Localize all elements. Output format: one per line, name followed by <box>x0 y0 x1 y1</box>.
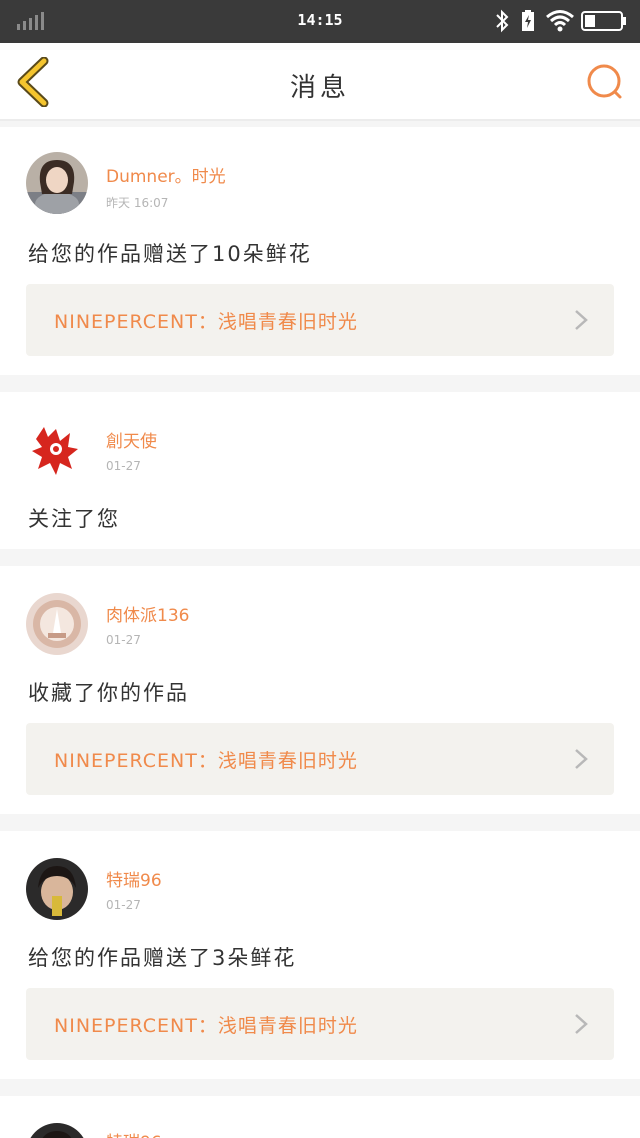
avatar[interactable] <box>26 419 88 481</box>
message-username[interactable]: 肉体派136 <box>106 601 189 626</box>
avatar[interactable] <box>26 593 88 655</box>
status-time: 14:15 <box>297 11 343 29</box>
work-link[interactable]: NINEPERCENT：浅唱青春旧时光 <box>26 284 614 356</box>
message-card: 特瑞96 01-27 给您的作品赠送了3朵鲜花 NINEPERCENT：浅唱青春… <box>0 831 640 1079</box>
work-title: NINEPERCENT：浅唱青春旧时光 <box>54 1015 358 1037</box>
battery-icon <box>581 11 626 31</box>
search-icon <box>587 64 622 99</box>
message-text: 给您的作品赠送了3朵鲜花 <box>28 946 297 970</box>
work-title: NINEPERCENT：浅唱青春旧时光 <box>54 750 358 772</box>
message-text: 给您的作品赠送了10朵鲜花 <box>28 242 312 266</box>
chevron-right-icon <box>575 749 588 769</box>
message-username[interactable]: 創天使 <box>106 427 157 452</box>
message-card: 創天使 01-27 关注了您 <box>0 392 640 549</box>
message-time: 01-27 <box>106 459 141 473</box>
chevron-right-icon <box>575 310 588 330</box>
message-card: Dumner。时光 昨天 16:07 给您的作品赠送了10朵鲜花 NINEPER… <box>0 127 640 375</box>
message-username[interactable]: 特瑞96 <box>106 866 162 891</box>
header: 消息 <box>0 43 640 121</box>
work-link[interactable]: NINEPERCENT：浅唱青春旧时光 <box>26 988 614 1060</box>
avatar[interactable] <box>26 858 88 920</box>
message-time: 昨天 16:07 <box>106 196 169 210</box>
message-time: 01-27 <box>106 898 141 912</box>
charging-icon <box>522 10 534 31</box>
avatar[interactable] <box>26 152 88 214</box>
bluetooth-icon <box>496 9 509 33</box>
status-bar: 14:15 <box>0 0 640 43</box>
message-card: 肉体派136 01-27 收藏了你的作品 NINEPERCENT：浅唱青春旧时光 <box>0 566 640 814</box>
work-title: NINEPERCENT：浅唱青春旧时光 <box>54 311 358 333</box>
message-username[interactable]: Dumner。时光 <box>106 162 226 187</box>
search-button[interactable] <box>582 61 626 105</box>
message-username[interactable]: 特瑞96 <box>106 1128 162 1138</box>
message-text: 收藏了你的作品 <box>28 681 189 705</box>
message-card: 特瑞96 <box>0 1096 640 1138</box>
avatar[interactable] <box>26 1123 88 1138</box>
page-title: 消息 <box>289 73 350 103</box>
chevron-right-icon <box>575 1014 588 1034</box>
wifi-icon <box>546 10 574 32</box>
work-link[interactable]: NINEPERCENT：浅唱青春旧时光 <box>26 723 614 795</box>
message-time: 01-27 <box>106 633 141 647</box>
message-text: 关注了您 <box>28 507 120 531</box>
